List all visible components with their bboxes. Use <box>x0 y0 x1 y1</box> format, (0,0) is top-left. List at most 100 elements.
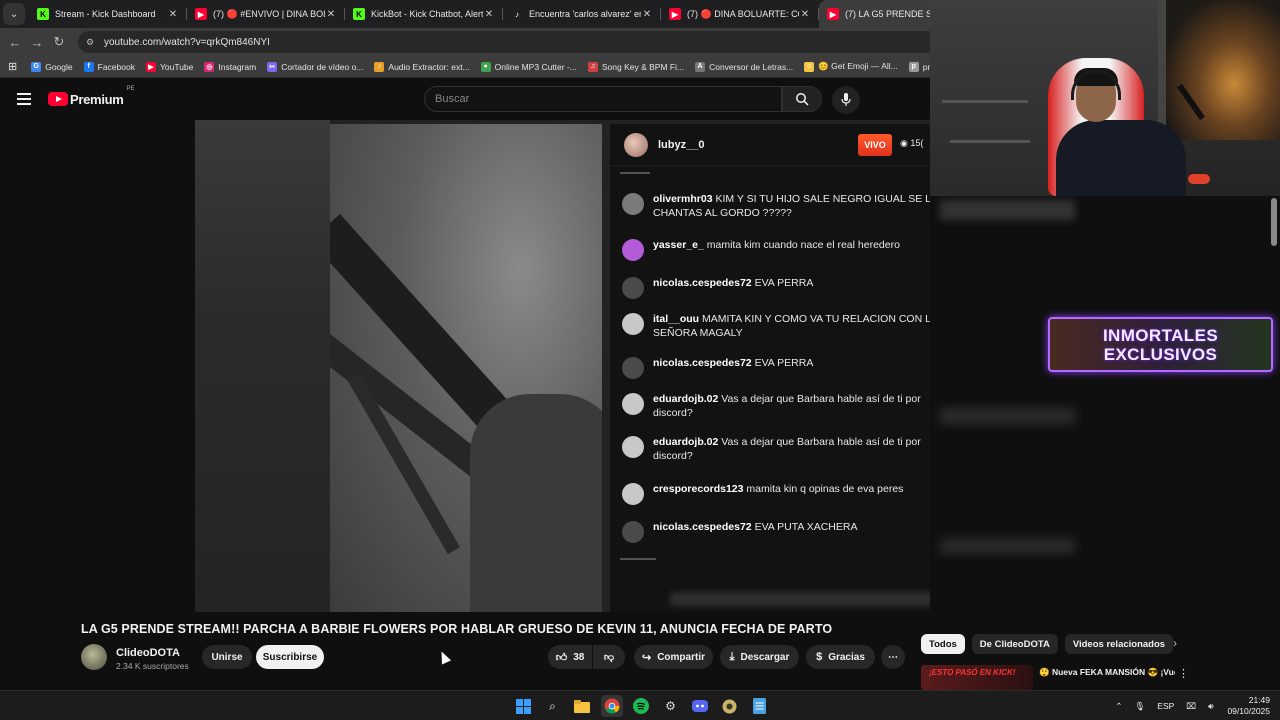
chat-text: EVA PERRA <box>754 357 814 369</box>
chrome-icon[interactable] <box>600 695 623 717</box>
close-tab-icon[interactable]: ✕ <box>641 9 653 20</box>
file-explorer-icon[interactable] <box>571 695 593 717</box>
bookmark-item[interactable]: A Conversor de Letras... <box>695 61 793 72</box>
chevron-up-icon[interactable]: ⌃ <box>1115 701 1122 712</box>
video-menu-icon[interactable]: ⋮ <box>1178 667 1189 680</box>
dislike-button[interactable]: 👎︎ <box>593 645 625 669</box>
back-icon[interactable]: ← <box>4 35 26 50</box>
join-button[interactable]: Unirse <box>202 645 252 669</box>
chat-user-avatar[interactable] <box>622 521 644 543</box>
chat-username[interactable]: olivermhr03 <box>653 193 713 205</box>
browser-tab[interactable]: K KickBot - Kick Chatbot, Alerts, T✕ <box>345 0 503 28</box>
tab-title: Stream - Kick Dashboard <box>55 9 156 19</box>
reload-icon[interactable]: ↻ <box>48 34 70 50</box>
chat-username[interactable]: nicolas.cespedes72 <box>653 277 752 289</box>
recommended-video-title[interactable]: 😲 Nueva FEKA MANSIÓN 😎 ¡Vuelve TARMALAND… <box>1039 667 1175 678</box>
close-tab-icon[interactable]: ✕ <box>325 9 337 20</box>
steam-icon[interactable]: ⚙ <box>660 695 682 717</box>
bookmark-item[interactable]: ▶ YouTube <box>145 61 193 72</box>
search-placeholder: Buscar <box>435 93 470 105</box>
chat-username[interactable]: ital__ouu <box>653 313 699 325</box>
language-indicator[interactable]: ESP <box>1157 701 1174 711</box>
eye-icon: ◉ <box>900 138 911 148</box>
chat-user-avatar[interactable] <box>622 357 644 379</box>
chat-user-avatar[interactable] <box>622 393 644 415</box>
immortals-banner: INMORTALES EXCLUSIVOS <box>1048 317 1273 372</box>
filter-chip[interactable]: Todos <box>921 634 965 654</box>
spotify-icon[interactable] <box>630 695 652 717</box>
chat-user-avatar[interactable] <box>622 239 644 261</box>
browser-tab[interactable]: K Stream - Kick Dashboard ✕ <box>29 0 187 28</box>
chat-username[interactable]: nicolas.cespedes72 <box>653 357 752 369</box>
tab-search-dropdown-icon[interactable]: ⌄ <box>3 3 25 25</box>
app-icon[interactable] <box>719 695 741 717</box>
notepad-icon[interactable] <box>748 695 770 717</box>
close-tab-icon[interactable]: ✕ <box>799 9 811 20</box>
more-actions-button[interactable]: ⋯ <box>881 645 905 669</box>
bookmark-item[interactable]: f Facebook <box>83 61 135 72</box>
close-tab-icon[interactable]: ✕ <box>483 9 495 20</box>
search-input[interactable]: Buscar <box>424 86 782 112</box>
bookmark-item[interactable]: ☺ 😊 Get Emoji — All... <box>804 61 898 72</box>
thanks-button[interactable]: $ Gracias <box>806 645 875 669</box>
blurred-block <box>940 408 1075 424</box>
microphone-icon[interactable]: 🎙︎ <box>1134 701 1145 712</box>
chat-message-body: eduardojb.02 Vas a dejar que Barbara hab… <box>653 435 935 463</box>
chat-user-avatar[interactable] <box>622 277 644 299</box>
video-player[interactable]: lubyz__0 VIVO ◉ 15( olivermhr03 KIM Y SI… <box>195 120 935 612</box>
taskbar-apps: ⌕ ⚙ <box>512 695 778 717</box>
page-scrollbar[interactable] <box>1271 198 1277 246</box>
bookmark-item[interactable]: ✂ Cortador de vídeo o... <box>267 61 363 72</box>
clock[interactable]: 21:49 09/10/2025 <box>1227 695 1270 717</box>
forward-icon[interactable]: → <box>26 35 48 50</box>
youtube-logo[interactable]: Premium PE <box>48 86 135 107</box>
search-icon <box>796 93 809 106</box>
volume-icon[interactable]: 🔊︎ <box>1208 701 1213 712</box>
like-button[interactable]: 👍︎ 38 <box>548 645 592 669</box>
browser-tab[interactable]: ▶ (7) 🔴 DINA BOLUARTE: CONG✕ <box>661 0 819 28</box>
chat-user-avatar[interactable] <box>622 436 644 458</box>
download-button[interactable]: ⤓ Descargar <box>720 645 799 669</box>
channel-avatar[interactable] <box>81 644 107 670</box>
webcam-shelf <box>942 100 1028 103</box>
filter-chip[interactable]: De ClideoDOTA <box>971 634 1058 654</box>
bookmark-label: Song Key & BPM Fi... <box>601 61 685 72</box>
chat-user-avatar[interactable] <box>622 313 644 335</box>
apps-grid-icon[interactable]: ⊞ <box>8 60 17 73</box>
bookmark-item[interactable]: ♪ Audio Extractor: ext... <box>374 61 470 72</box>
voice-search-button[interactable] <box>832 86 860 114</box>
search-icon[interactable]: ⌕ <box>542 695 564 717</box>
join-label: Unirse <box>211 651 243 663</box>
filter-chip[interactable]: Videos relacionados <box>1064 634 1174 654</box>
chat-username[interactable]: eduardojb.02 <box>653 393 718 405</box>
bookmark-item[interactable]: G Google <box>31 61 73 72</box>
bookmark-favicon-icon: G <box>31 61 42 72</box>
channel-name[interactable]: ClideoDOTA <box>116 647 180 659</box>
chat-user-avatar[interactable] <box>622 483 644 505</box>
chat-message-body: nicolas.cespedes72 EVA PUTA XACHERA <box>653 520 857 543</box>
chat-text: EVA PUTA XACHERA <box>754 521 858 533</box>
close-tab-icon[interactable]: ✕ <box>167 9 179 20</box>
discord-icon[interactable] <box>689 695 711 717</box>
bookmark-item[interactable]: ◎ Instagram <box>204 61 256 72</box>
chat-user-avatar[interactable] <box>622 193 644 215</box>
network-icon[interactable]: ⌧ <box>1186 701 1196 712</box>
bookmark-item[interactable]: ♫ Song Key & BPM Fi... <box>587 61 685 72</box>
chat-username[interactable]: yasser_e_ <box>653 239 704 251</box>
browser-tab[interactable]: ♪ Encuentra 'carlos alvarez' en Tik✕ <box>503 0 661 28</box>
menu-icon[interactable] <box>17 93 31 105</box>
browser-tab[interactable]: ▶ (7) 🔴 #ENVIVO | DINA BOLUA✕ <box>187 0 345 28</box>
chat-username[interactable]: cresporecords123 <box>653 483 743 495</box>
kickbot-icon: K <box>353 8 365 20</box>
address-bar[interactable]: ⚙ youtube.com/watch?v=qrkQm846NYI <box>78 31 938 53</box>
subscribe-button[interactable]: Suscribirse <box>256 645 324 669</box>
share-button[interactable]: ↪ Compartir <box>634 645 713 669</box>
windows-start-icon[interactable] <box>512 695 534 717</box>
chat-username[interactable]: eduardojb.02 <box>653 436 718 448</box>
bookmark-item[interactable]: ● Online MP3 Cutter -... <box>480 61 577 72</box>
chips-next-icon[interactable]: › <box>1164 636 1186 650</box>
recommended-video-thumbnail[interactable]: ¡ESTO PASÓ EN KICK! <box>921 665 1033 690</box>
site-info-icon[interactable]: ⚙ <box>86 37 98 47</box>
chat-username[interactable]: nicolas.cespedes72 <box>653 521 752 533</box>
search-button[interactable] <box>782 86 822 112</box>
